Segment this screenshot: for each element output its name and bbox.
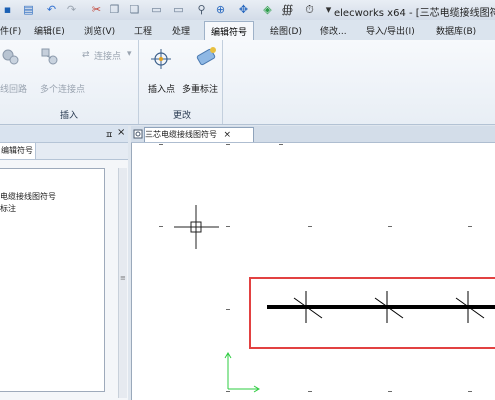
wire-loop-icon <box>2 49 19 65</box>
zoom-icon[interactable]: ⚲ <box>195 3 208 16</box>
insert-point-icon <box>151 49 171 69</box>
connection-point-icon: ⇄ <box>82 50 90 60</box>
insert-group: ⇄ 连接点 ▾ 线回路 多个连接点 插入 <box>0 40 139 124</box>
multi-label-icon <box>196 47 216 66</box>
drawing-canvas[interactable] <box>131 143 495 400</box>
scroll-grip-icon: ≡ <box>120 274 126 282</box>
tab-file[interactable]: 件(F) <box>0 24 21 37</box>
tab-import-export[interactable]: 导入/导出(I) <box>366 24 415 37</box>
insert-group-label: 插入 <box>59 111 78 121</box>
tab-modify[interactable]: 修改... <box>320 24 347 37</box>
zoom-icon[interactable]: ⊕ <box>214 3 227 16</box>
page-icon[interactable]: ▤ <box>22 3 35 16</box>
tab-database[interactable]: 数据库(B) <box>436 24 476 37</box>
list-item[interactable]: 电缆接线图符号 <box>0 191 56 202</box>
connection-point-button[interactable]: 连接点 <box>94 49 121 62</box>
tab-view[interactable]: 浏览(V) <box>84 24 115 37</box>
close-icon[interactable]: × <box>224 130 232 140</box>
page-icon[interactable]: ▭ <box>172 3 185 16</box>
scrollbar[interactable]: ≡ <box>118 168 127 398</box>
tab-draw[interactable]: 绘图(D) <box>270 24 302 37</box>
multi-label-button[interactable]: 多重标注 <box>182 82 218 95</box>
save-icon[interactable]: ▪ <box>1 3 14 16</box>
pan-icon[interactable]: ✥ <box>237 3 250 16</box>
redo-icon[interactable]: ↷ <box>65 3 78 16</box>
modify-group-label: 更改 <box>172 111 191 121</box>
chevron-down-icon: ▾ <box>127 49 132 59</box>
tab-process[interactable]: 处理 <box>172 24 190 37</box>
tab-edit[interactable]: 编辑(E) <box>34 24 65 37</box>
copy-icon[interactable]: ❐ <box>108 3 121 16</box>
menu-tabs: 件(F) 编辑(E) 浏览(V) 工程 处理 编辑符号 绘图(D) 修改... … <box>0 20 495 41</box>
drawing-svg <box>174 205 495 393</box>
multi-connection-button[interactable]: 多个连接点 <box>40 82 85 95</box>
close-icon[interactable]: × <box>117 127 125 138</box>
document-tab[interactable]: 三芯电缆接线图符号 × <box>144 127 254 142</box>
tab-edit-symbol[interactable]: 编辑符号 <box>204 21 255 40</box>
insert-point-button[interactable]: 插入点 <box>148 82 175 95</box>
multi-connection-icon <box>41 48 58 65</box>
symbol-tree: 电缆接线图符号 标注 <box>0 168 105 392</box>
arrow-icon[interactable]: ◈ <box>261 3 274 16</box>
undo-icon[interactable]: ↶ <box>45 3 58 16</box>
binoculars-icon[interactable]: ∰ <box>281 3 294 16</box>
ucs-axis-icon <box>224 352 260 393</box>
document-tabbar: 三芯电缆接线图符号 × <box>131 126 495 143</box>
pin-icon[interactable]: ㅍ <box>105 128 113 141</box>
cut-icon[interactable]: ✂ <box>90 3 103 16</box>
wire-loop-button[interactable]: 线回路 <box>0 82 27 95</box>
tab-edit-symbol-panel[interactable]: 编辑符号 <box>0 143 36 159</box>
document-tab-label: 三芯电缆接线图符号 <box>145 130 217 139</box>
clock-icon[interactable]: ⏱ <box>303 3 316 16</box>
title-bar: ▪ ▤ ↶ ↷ ✂ ❐ ❏ ▭ ▭ ⚲ ⊕ ✥ ◈ ∰ ⏱ ▾ elecwork… <box>0 0 495 21</box>
list-item[interactable]: 标注 <box>0 203 16 214</box>
panel-header: ㅍ × <box>0 126 128 143</box>
crosshair-cursor <box>174 205 219 249</box>
panel-tabbar: 编辑符号 <box>0 143 128 160</box>
highlight-box <box>249 277 495 349</box>
tab-project[interactable]: 工程 <box>134 24 152 37</box>
window-title: elecworks x64 - [三芯电缆接线图符号 <box>334 8 495 19</box>
paste-icon[interactable]: ❏ <box>128 3 141 16</box>
page-icon[interactable]: ▭ <box>150 3 163 16</box>
panel-body: ⌃ 电缆接线图符号 标注 ≡ <box>0 160 128 400</box>
ribbon: ⇄ 连接点 ▾ 线回路 多个连接点 插入 插入点 多重标注 更改 <box>0 40 495 125</box>
modify-group: 插入点 多重标注 更改 <box>142 40 223 124</box>
drawing-icon <box>133 129 143 139</box>
